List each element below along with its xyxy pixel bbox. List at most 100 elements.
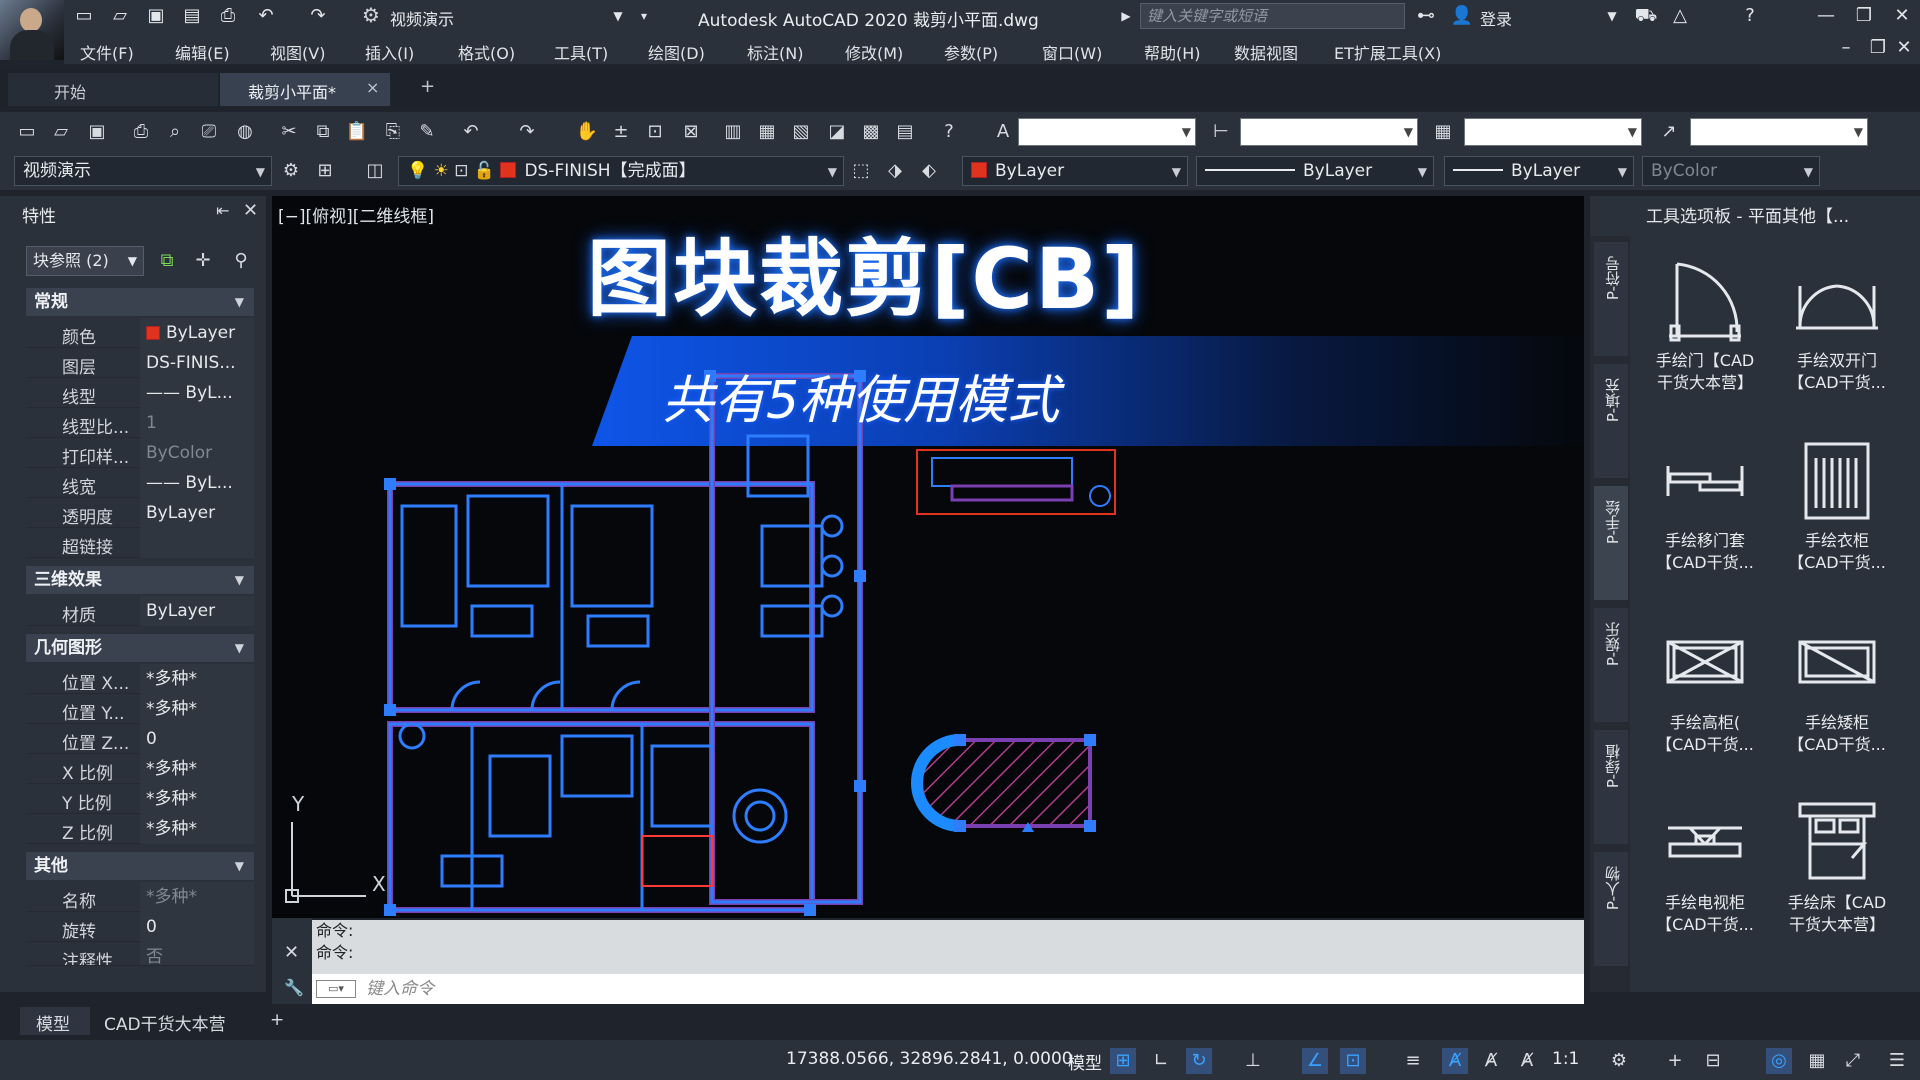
tool-low-cabinet[interactable]: 手绘矮柜 【CAD干货... (1772, 620, 1902, 795)
workspace-dropdown-icon[interactable]: ▼ (606, 5, 630, 27)
plot-icon[interactable]: ⎙ (216, 5, 240, 27)
prop-row[interactable]: 线宽 —— ByL... (26, 468, 254, 498)
text-style-combo[interactable]: ▼ (1018, 118, 1196, 146)
calculator-icon[interactable]: ▤ (892, 119, 918, 145)
menu-parametric[interactable]: 参数(P) (944, 40, 998, 64)
hardware-acceleration-icon[interactable]: ▦ (1804, 1048, 1830, 1074)
palette-tab[interactable]: P-人物 (1594, 852, 1628, 966)
block-editor-icon[interactable]: ✎ (414, 119, 440, 145)
dim-style-icon[interactable]: ⊢ (1208, 119, 1234, 145)
match-properties-icon[interactable]: ⎘ (380, 119, 406, 145)
save-as-icon[interactable]: ▤ (180, 5, 204, 27)
autodesk-a360-icon[interactable]: △ (1668, 5, 1692, 27)
palette-tab[interactable]: P-填充 (1594, 364, 1628, 478)
snap-icon[interactable]: ∟ (1148, 1048, 1174, 1074)
new-file-icon[interactable]: ▭ (72, 5, 96, 27)
menu-dimension[interactable]: 标注(N) (747, 40, 803, 64)
prop-row[interactable]: 位置 Z... 0 (26, 724, 254, 754)
customize-qat-icon[interactable]: ▾ (632, 5, 656, 27)
table-style-icon[interactable]: ▦ (1430, 119, 1456, 145)
tab-start[interactable]: 开始 (8, 73, 218, 106)
doc-close-icon[interactable]: ✕ (1890, 36, 1918, 60)
new-icon[interactable]: ▭ (14, 119, 40, 145)
plot-preview-icon[interactable]: ⌕ (162, 119, 188, 145)
3d-dwf-icon[interactable]: ◍ (232, 119, 258, 145)
palette-tab[interactable]: P-娱乐 (1594, 608, 1628, 722)
new-tab-icon[interactable]: + (420, 76, 435, 97)
annotation-visibility-icon[interactable]: Ⱥ (1442, 1048, 1468, 1074)
menu-format[interactable]: 格式(O) (458, 40, 515, 64)
tool-door[interactable]: 手绘门【CAD 干货大本营】 (1640, 258, 1770, 433)
color-combo[interactable]: ByLayer ▼ (962, 156, 1188, 186)
prop-row[interactable]: Z 比例 *多种* (26, 814, 254, 844)
menu-express-tools[interactable]: ET扩展工具(X) (1334, 40, 1441, 64)
select-objects-icon[interactable]: ✛ (190, 248, 216, 274)
tool-tv-cabinet[interactable]: 手绘电视柜 【CAD干货... (1640, 800, 1770, 975)
linetype-combo[interactable]: ByLayer ▼ (1196, 156, 1434, 186)
save-icon[interactable]: ▣ (144, 5, 168, 27)
menu-view[interactable]: 视图(V) (270, 40, 325, 64)
table-style-combo[interactable]: ▼ (1464, 118, 1642, 146)
workspace-gear-icon[interactable]: ⚙ (362, 3, 380, 27)
zoom-previous-icon[interactable]: ⊠ (678, 119, 704, 145)
tool-bed[interactable]: 手绘床【CAD 干货大本营】 (1772, 800, 1902, 975)
menu-edit[interactable]: 编辑(E) (175, 40, 230, 64)
model-space-toggle[interactable]: 模型 (1068, 1049, 1102, 1074)
sheet-set-icon[interactable]: ◪ (824, 119, 850, 145)
menu-tools[interactable]: 工具(T) (554, 40, 608, 64)
selection-combo[interactable]: 块参照 (2) ▼ (26, 246, 144, 276)
multileader-style-combo[interactable]: ▼ (1690, 118, 1868, 146)
cursor-coordinates[interactable]: 17388.0566, 32896.2841, 0.0000 (786, 1049, 1073, 1069)
multileader-style-icon[interactable]: ↗ (1656, 119, 1682, 145)
recent-commands-icon[interactable]: ▭▾ (316, 980, 356, 998)
units-icon[interactable]: ⊟ (1700, 1048, 1726, 1074)
tool-double-door[interactable]: 手绘双开门 【CAD干货... (1772, 258, 1902, 433)
plot-icon[interactable]: ⎙ (128, 119, 154, 145)
login-button[interactable]: 登录 (1480, 6, 1512, 30)
annotation-scale-icon[interactable]: Ⱥ (1514, 1048, 1540, 1074)
open-icon[interactable]: ▱ (48, 119, 74, 145)
close-window-icon[interactable]: ✕ (1888, 4, 1916, 28)
menu-help[interactable]: 帮助(H) (1144, 40, 1201, 64)
toggle-pickadd-icon[interactable]: ⧉ (154, 248, 180, 274)
object-snap-icon[interactable]: ⊡ (1340, 1048, 1366, 1074)
prop-row[interactable]: 位置 Y... *多种* (26, 694, 254, 724)
dim-style-combo[interactable]: ▼ (1240, 118, 1418, 146)
layer-walk-icon[interactable]: ⬖ (916, 158, 942, 184)
prop-row[interactable]: 打印样... ByColor (26, 438, 254, 468)
menu-insert[interactable]: 插入(I) (365, 40, 414, 64)
copy-icon[interactable]: ⧉ (310, 119, 336, 145)
menu-file[interactable]: 文件(F) (80, 40, 134, 64)
palette-tab[interactable]: P-符号 (1594, 242, 1628, 356)
prop-row[interactable]: 图层 DS-FINIS... (26, 348, 254, 378)
workspace-switch-icon[interactable]: ⚙ (1606, 1048, 1632, 1074)
plotstyle-combo[interactable]: ByColor ▼ (1642, 156, 1820, 186)
text-style-icon[interactable]: A (990, 119, 1016, 145)
lineweight-combo[interactable]: ByLayer ▼ (1444, 156, 1634, 186)
section-3d-effects[interactable]: 三维效果 ▼ (26, 566, 254, 594)
polar-tracking-icon[interactable]: ∠ (1302, 1048, 1328, 1074)
prop-row[interactable]: 注释性 否 (26, 942, 254, 966)
command-close-icon[interactable]: ✕ (284, 942, 299, 963)
layer-states-icon[interactable]: ◫ (362, 158, 388, 184)
menu-data-view[interactable]: 数据视图 (1234, 40, 1298, 64)
undo-icon[interactable]: ↶ (254, 5, 278, 27)
doc-minimize-icon[interactable]: – (1832, 36, 1860, 60)
tool-palettes-icon[interactable]: ▧ (788, 119, 814, 145)
isolate-objects-icon[interactable]: ◎ (1766, 1048, 1792, 1074)
search-expand-icon[interactable]: ▶ (1114, 5, 1138, 27)
restore-window-icon[interactable]: ❐ (1850, 4, 1878, 28)
redo-icon[interactable]: ↷ (514, 119, 540, 145)
prop-row[interactable]: 超链接 (26, 528, 254, 558)
zoom-realtime-icon[interactable]: ± (608, 119, 634, 145)
dynamic-input-icon[interactable]: ↻ (1186, 1048, 1212, 1074)
undo-icon[interactable]: ↶ (458, 119, 484, 145)
help-icon[interactable]: ? (936, 119, 962, 145)
tab-layout[interactable]: CAD干货大本营 (92, 1007, 262, 1035)
command-line-grip[interactable]: ✕ 🔧 (272, 918, 312, 1004)
auto-hide-icon[interactable]: ⇤ (216, 201, 229, 220)
prop-row[interactable]: 位置 X... *多种* (26, 664, 254, 694)
grid-icon[interactable]: ⊞ (1110, 1048, 1136, 1074)
cart-icon[interactable]: ⛟ (1634, 5, 1658, 27)
prop-row[interactable]: X 比例 *多种* (26, 754, 254, 784)
